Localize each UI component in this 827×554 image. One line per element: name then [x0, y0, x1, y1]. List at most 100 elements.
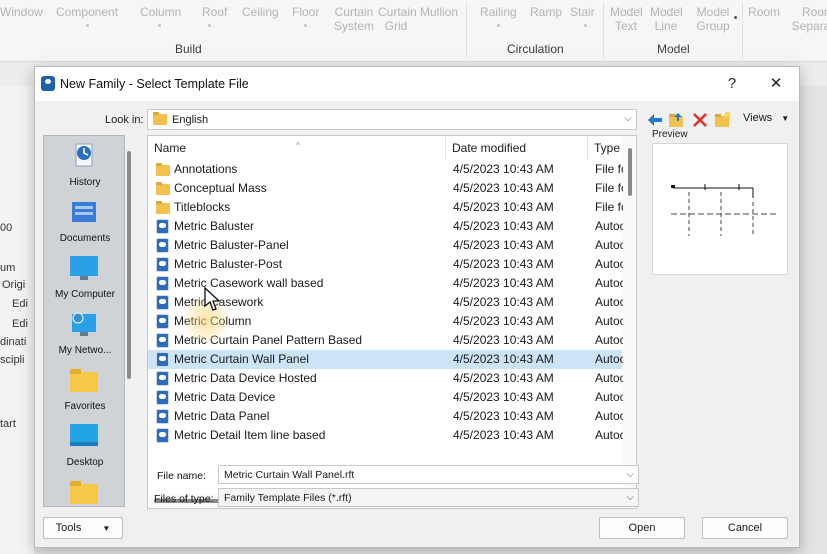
computer-icon — [70, 256, 98, 280]
file-row[interactable]: Metric Data Device Hosted 4/5/2023 10:43 … — [148, 369, 623, 388]
file-type-cell: Autoc — [595, 257, 623, 271]
preview-pane — [652, 143, 788, 275]
file-row[interactable]: Metric Baluster 4/5/2023 10:43 AM Autoc — [148, 217, 623, 236]
ribbon-model-line-button[interactable]: Model Line — [650, 5, 683, 33]
file-name-cell: Metric Casework wall based — [174, 276, 324, 290]
background-right-panel — [800, 86, 827, 554]
column-header-name-label: Name — [154, 141, 187, 155]
vertical-scrollbar[interactable] — [623, 136, 636, 508]
folder-icon — [156, 163, 170, 177]
file-row[interactable]: Metric Curtain Wall Panel 4/5/2023 10:43 … — [148, 350, 623, 369]
file-date-cell: 4/5/2023 10:43 AM — [453, 257, 554, 271]
file-row[interactable]: Metric Data Device 4/5/2023 10:43 AM Autoc — [148, 388, 623, 407]
dropdown-dot-icon — [584, 24, 587, 27]
chevron-down-icon: ▼ — [781, 114, 790, 123]
family-template-file-icon — [156, 428, 170, 443]
place-my-computer-label: My Computer — [54, 289, 115, 300]
tools-button[interactable]: Tools ▼ — [43, 517, 123, 539]
file-type-cell: File fo — [595, 181, 623, 195]
place-favorites[interactable]: Favorites — [44, 364, 124, 420]
dialog-title: New Family - Select Template File — [60, 77, 249, 91]
vertical-scrollbar-thumb[interactable] — [628, 148, 632, 196]
ribbon-roof-button[interactable]: Roof — [202, 5, 227, 19]
chevron-down-icon: ⌵ — [626, 492, 634, 503]
file-name-value: Metric Curtain Wall Panel.rft — [224, 469, 355, 481]
cancel-button[interactable]: Cancel — [702, 517, 788, 539]
delete-icon[interactable] — [691, 111, 709, 129]
ribbon-model-text-button[interactable]: Model Text — [610, 5, 643, 33]
file-row[interactable]: Conceptual Mass 4/5/2023 10:43 AM File fo — [148, 179, 623, 198]
place-my-network[interactable]: My Netwo... — [44, 308, 124, 364]
file-name-cell: Annotations — [174, 162, 238, 176]
ribbon-ramp-button[interactable]: Ramp — [530, 5, 562, 19]
ribbon-column-button[interactable]: Column — [140, 5, 181, 19]
file-row[interactable]: Metric Data Panel 4/5/2023 10:43 AM Autoc — [148, 407, 623, 426]
places-bar: History Documents My Computer My Netwo..… — [43, 135, 125, 507]
ribbon-floor-button[interactable]: Floor — [292, 5, 319, 19]
files-of-type-value: Family Template Files (*.rft) — [224, 492, 352, 504]
background-text: scipli — [0, 354, 25, 366]
background-properties-panel: 00 um Origi Edi Edi dinati scipli tart — [0, 86, 34, 554]
tools-label: Tools — [55, 522, 82, 534]
desktop-icon — [70, 424, 98, 446]
place-my-computer[interactable]: My Computer — [44, 252, 124, 308]
ribbon-curtain-system-button[interactable]: Curtain System — [334, 5, 374, 33]
dropdown-dot-icon — [208, 24, 211, 27]
file-row[interactable]: Titleblocks 4/5/2023 10:43 AM File fo — [148, 198, 623, 217]
close-button[interactable]: ✕ — [765, 74, 787, 94]
up-folder-icon[interactable] — [668, 111, 686, 129]
family-template-file-icon — [156, 295, 170, 310]
ribbon-curtain-grid-button[interactable]: Curtain Grid — [378, 5, 417, 33]
file-date-cell: 4/5/2023 10:43 AM — [453, 428, 554, 442]
place-documents[interactable]: Documents — [44, 196, 124, 252]
help-button[interactable]: ? — [721, 74, 743, 94]
files-of-type-dropdown[interactable]: Family Template Files (*.rft) ⌵ — [218, 488, 639, 507]
back-arrow-icon[interactable] — [646, 111, 664, 129]
preview-label: Preview — [652, 129, 688, 140]
places-scrollbar-thumb[interactable] — [127, 151, 131, 379]
ribbon-group-model: Model — [657, 42, 690, 56]
ribbon-ceiling-button[interactable]: Ceiling — [242, 5, 279, 19]
chevron-down-icon: ▼ — [102, 524, 111, 533]
place-desktop[interactable]: Desktop — [44, 420, 124, 476]
file-name-cell: Metric Baluster-Panel — [174, 238, 289, 252]
dropdown-dot-icon — [497, 24, 500, 27]
network-icon — [72, 312, 96, 336]
file-date-cell: 4/5/2023 10:43 AM — [453, 409, 554, 423]
place-folder[interactable] — [44, 476, 124, 506]
ribbon-component-button[interactable]: Component — [56, 5, 118, 19]
ribbon-railing-button[interactable]: Railing — [480, 5, 517, 19]
ribbon-window-button[interactable]: Window — [0, 5, 43, 19]
open-button[interactable]: Open — [599, 517, 685, 539]
file-type-cell: Autoc — [595, 409, 623, 423]
file-type-cell: File fo — [595, 162, 623, 176]
favorites-folder-icon — [70, 369, 98, 392]
ribbon-room-separator-button[interactable]: Room Separator — [788, 5, 827, 33]
look-in-value: English — [172, 114, 209, 126]
column-header-type[interactable]: Type — [588, 136, 624, 160]
ribbon-separator — [466, 2, 467, 58]
file-date-cell: 4/5/2023 10:43 AM — [453, 162, 554, 176]
file-row[interactable]: Annotations 4/5/2023 10:43 AM File fo — [148, 160, 623, 179]
file-row[interactable]: Metric Detail Item line based 4/5/2023 10… — [148, 426, 623, 445]
file-date-cell: 4/5/2023 10:43 AM — [453, 219, 554, 233]
file-row[interactable]: Metric Baluster-Panel 4/5/2023 10:43 AM Au… — [148, 236, 623, 255]
column-header-name[interactable]: Name ^ — [148, 136, 446, 160]
ribbon-model-group-button[interactable]: Model Group — [696, 5, 730, 33]
background-text: Edi — [12, 298, 28, 310]
ribbon-room-button[interactable]: Room — [748, 5, 780, 19]
ribbon-stair-button[interactable]: Stair — [570, 5, 595, 19]
file-type-cell: Autoc — [595, 428, 623, 442]
file-row[interactable]: Metric Baluster-Post 4/5/2023 10:43 AM Aut… — [148, 255, 623, 274]
column-header-date[interactable]: Date modified — [446, 136, 588, 160]
views-menu-button[interactable]: Views ▼ — [743, 112, 789, 124]
file-date-cell: 4/5/2023 10:43 AM — [453, 371, 554, 385]
look-in-dropdown[interactable]: English ⌵ — [147, 109, 637, 130]
file-date-cell: 4/5/2023 10:43 AM — [453, 200, 554, 214]
file-name-input[interactable]: Metric Curtain Wall Panel.rft ⌵ — [218, 465, 639, 484]
new-folder-icon[interactable] — [714, 111, 732, 129]
file-date-cell: 4/5/2023 10:43 AM — [453, 181, 554, 195]
template-preview-image — [671, 184, 777, 236]
place-history[interactable]: History — [44, 140, 124, 196]
ribbon-mullion-button[interactable]: Mullion — [420, 5, 458, 19]
